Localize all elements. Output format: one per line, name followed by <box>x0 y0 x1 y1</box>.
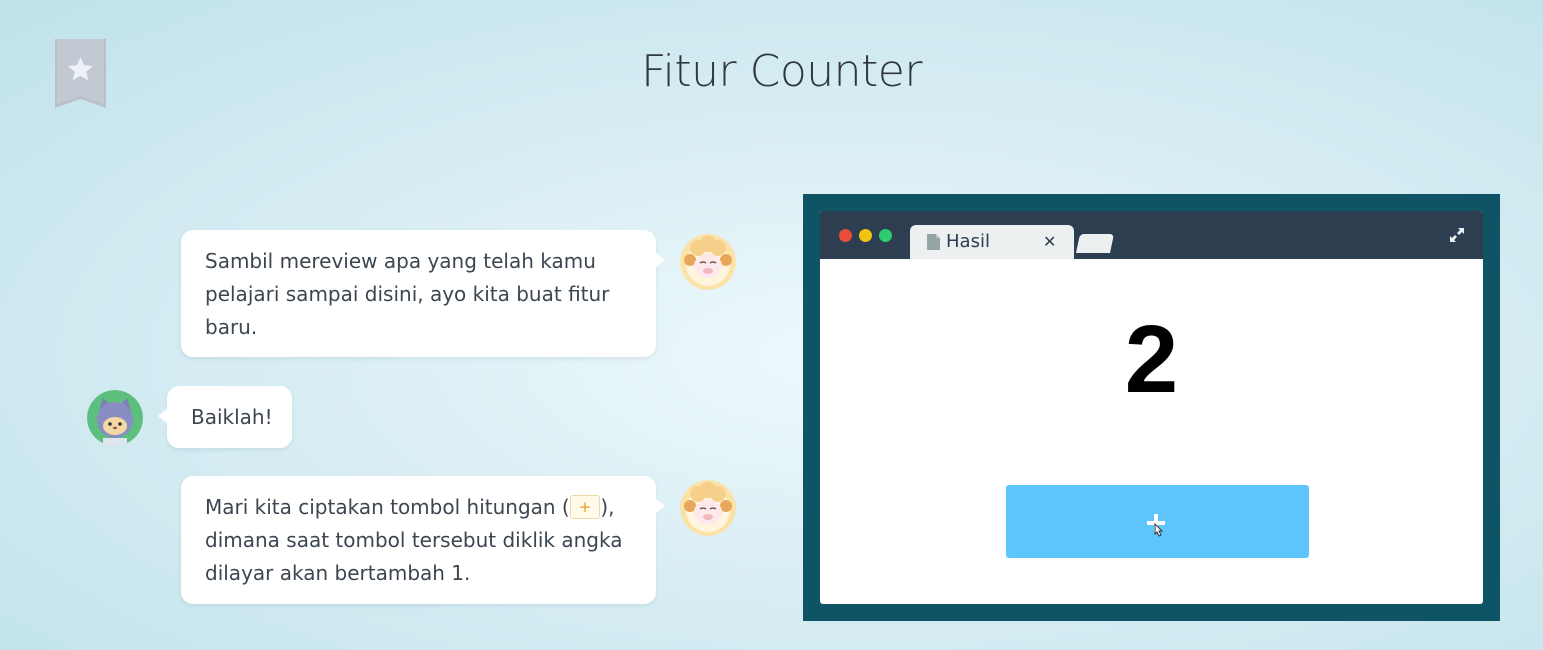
document-icon <box>927 234 940 250</box>
ninja-avatar <box>87 390 143 446</box>
sheep-icon <box>680 480 736 536</box>
close-tab-icon[interactable]: ✕ <box>1043 232 1056 251</box>
browser-toolbar: Hasil ✕ <box>820 211 1483 259</box>
sheep-icon <box>680 234 736 290</box>
chat-message-text: Sambil mereview apa yang telah kamu pela… <box>205 249 610 339</box>
sheep-avatar <box>680 234 736 290</box>
fullscreen-icon[interactable] <box>1449 227 1465 243</box>
maximize-window-dot[interactable] <box>879 229 892 242</box>
page-title: Fitur Counter <box>641 46 922 97</box>
counter-value: 2 <box>1124 306 1179 413</box>
plus-button-chip: + <box>569 495 601 519</box>
chat-bubble-1: Sambil mereview apa yang telah kamu pela… <box>181 230 665 357</box>
ninja-cat-icon <box>87 390 143 446</box>
increment-button[interactable] <box>1006 485 1309 558</box>
tab-title: Hasil <box>946 231 990 252</box>
chat-message-text: Baiklah! <box>191 405 273 429</box>
chat-bubble-3: Mari kita ciptakan tombol hitungan (+), … <box>181 476 665 604</box>
new-tab-button[interactable] <box>1075 234 1115 253</box>
chat-bubble-2: Baiklah! <box>158 386 292 448</box>
minimize-window-dot[interactable] <box>859 229 872 242</box>
browser-window: Hasil ✕ 2 <box>820 211 1483 604</box>
sheep-avatar <box>680 480 736 536</box>
chat-message-text-before: Mari kita ciptakan tombol hitungan ( <box>205 495 570 519</box>
close-window-dot[interactable] <box>839 229 852 242</box>
result-preview-frame: Hasil ✕ 2 <box>803 194 1500 621</box>
plus-icon <box>1147 514 1165 537</box>
